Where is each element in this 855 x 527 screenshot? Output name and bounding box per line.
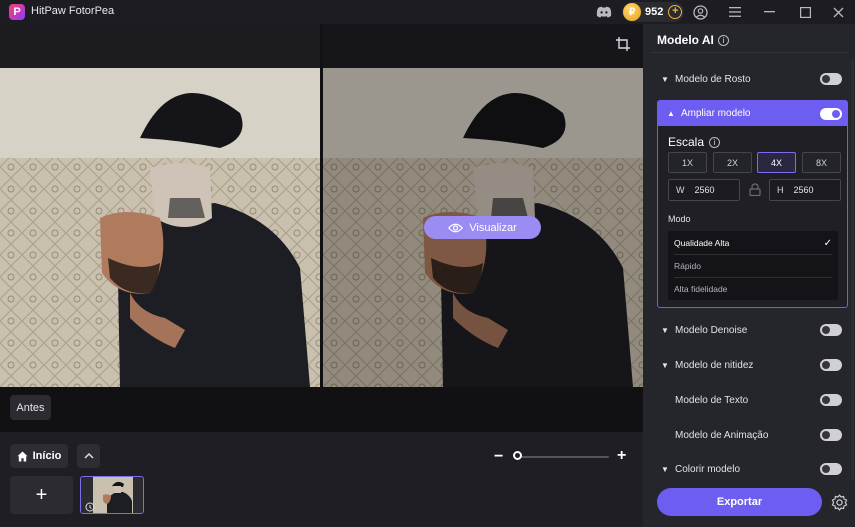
- crop-icon[interactable]: [616, 37, 630, 51]
- mode-option-high-quality[interactable]: Qualidade Alta ✓: [674, 232, 832, 254]
- account-icon[interactable]: [691, 3, 709, 21]
- height-value: 2560: [793, 185, 814, 195]
- collapse-button[interactable]: [77, 444, 100, 468]
- mode-option-high-fidelity[interactable]: Alta fidelidade: [674, 278, 832, 300]
- before-button[interactable]: Antes: [10, 395, 51, 420]
- model-label: Modelo de Rosto: [675, 73, 751, 85]
- panel-title: Modelo AI i: [657, 33, 729, 47]
- minimize-icon[interactable]: [760, 3, 778, 21]
- canvas-left-margin: [0, 24, 323, 68]
- width-label: W: [676, 185, 685, 195]
- eye-icon: [448, 223, 464, 232]
- info-icon[interactable]: i: [709, 136, 721, 148]
- scale-option-4x[interactable]: 4X: [757, 152, 796, 173]
- gear-icon[interactable]: [831, 494, 848, 511]
- mode-option-fast[interactable]: Rápido: [674, 255, 832, 277]
- menu-icon[interactable]: [726, 3, 744, 21]
- app-logo: P: [9, 4, 25, 20]
- preview-label: Visualizar: [469, 221, 517, 234]
- model-row-face[interactable]: ▼ Modelo de Rosto: [652, 67, 848, 91]
- model-toggle[interactable]: [820, 359, 842, 371]
- zoom-slider-handle[interactable]: [513, 451, 522, 460]
- maximize-icon[interactable]: [796, 3, 814, 21]
- model-label: Modelo de Animação: [675, 429, 769, 441]
- model-label: Modelo Denoise: [675, 324, 748, 336]
- coin-icon: ₽: [623, 3, 641, 21]
- upscale-toggle[interactable]: [820, 107, 842, 120]
- width-field[interactable]: W 2560: [668, 179, 740, 201]
- scale-heading: Escala i: [668, 135, 721, 149]
- zoom-out-icon[interactable]: −: [494, 448, 503, 466]
- panel-scrollbar[interactable]: [851, 60, 854, 480]
- export-button[interactable]: Exportar: [657, 488, 822, 516]
- zoom-slider[interactable]: [516, 456, 609, 458]
- caret-down-icon[interactable]: ▼: [661, 326, 669, 335]
- model-label: Modelo de Texto: [675, 394, 749, 406]
- title-bar: P HitPaw FotorPea ₽ 952 +: [0, 0, 855, 24]
- mode-option-label: Qualidade Alta: [674, 238, 730, 248]
- scale-option-2x[interactable]: 2X: [713, 152, 752, 173]
- model-row-colorize[interactable]: ▼ Colorir modelo: [652, 457, 848, 481]
- height-field[interactable]: H 2560: [769, 179, 841, 201]
- chevron-up-icon: [83, 453, 94, 459]
- mode-option-label: Alta fidelidade: [674, 284, 728, 294]
- canvas-right-margin: [323, 24, 643, 68]
- caret-down-icon[interactable]: ▼: [661, 465, 669, 474]
- model-row-sharpen[interactable]: ▼ Modelo de nitidez: [652, 353, 848, 377]
- model-label: Colorir modelo: [675, 463, 741, 475]
- model-label: Modelo de nitidez: [675, 359, 754, 371]
- caret-up-icon[interactable]: ▲: [667, 109, 675, 118]
- home-icon: [17, 451, 28, 461]
- mode-list: Qualidade Alta ✓ Rápido Alta fidelidade: [668, 231, 838, 300]
- height-label: H: [777, 185, 784, 195]
- panel-divider: [652, 52, 848, 53]
- model-toggle[interactable]: [820, 463, 842, 475]
- width-value: 2560: [694, 185, 715, 195]
- home-label: Início: [32, 450, 62, 462]
- home-button[interactable]: Início: [10, 444, 68, 468]
- preview-button[interactable]: Visualizar: [424, 216, 541, 239]
- coin-balance[interactable]: ₽ 952 +: [622, 2, 684, 22]
- coin-count: 952: [645, 6, 664, 18]
- scale-option-1x[interactable]: 1X: [668, 152, 707, 173]
- info-icon[interactable]: i: [717, 34, 729, 46]
- add-image-button[interactable]: +: [10, 476, 73, 514]
- model-toggle[interactable]: [820, 429, 842, 441]
- app-title: HitPaw FotorPea: [31, 5, 115, 17]
- mode-option-label: Rápido: [674, 261, 701, 271]
- original-image[interactable]: [0, 68, 320, 387]
- upscale-header[interactable]: ▲ Ampliar modelo: [658, 101, 847, 126]
- panel-title-text: Modelo AI: [657, 33, 714, 47]
- zoom-in-icon[interactable]: +: [617, 447, 626, 465]
- model-row-text[interactable]: Modelo de Texto: [652, 388, 848, 412]
- scale-option-8x[interactable]: 8X: [802, 152, 841, 173]
- check-icon: ✓: [823, 237, 832, 249]
- model-toggle[interactable]: [820, 324, 842, 336]
- close-icon[interactable]: [829, 3, 847, 21]
- discord-icon[interactable]: [595, 3, 613, 21]
- model-toggle[interactable]: [820, 394, 842, 406]
- mode-label: Modo: [668, 214, 691, 224]
- model-row-animation[interactable]: Modelo de Animação: [652, 423, 848, 447]
- model-row-denoise[interactable]: ▼ Modelo Denoise: [652, 318, 848, 342]
- caret-down-icon[interactable]: ▼: [661, 75, 669, 84]
- add-coins-icon[interactable]: +: [668, 5, 683, 19]
- image-thumbnail[interactable]: [80, 476, 144, 514]
- upscale-label: Ampliar modelo: [681, 108, 751, 119]
- scale-label: Escala: [668, 135, 705, 149]
- lock-icon[interactable]: [749, 183, 761, 197]
- model-toggle[interactable]: [820, 73, 842, 85]
- caret-down-icon[interactable]: ▼: [661, 361, 669, 370]
